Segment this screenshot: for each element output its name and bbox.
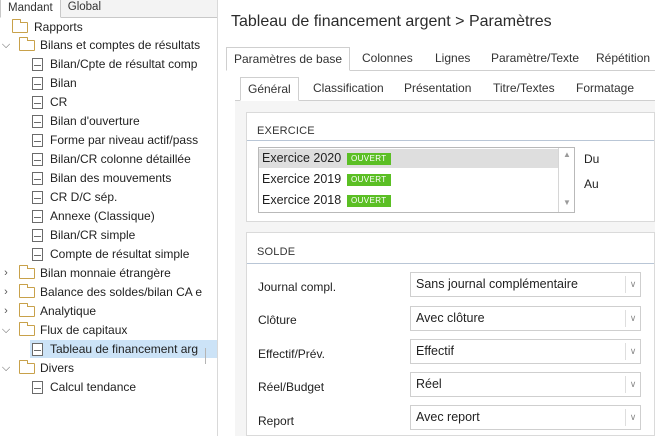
folder-icon: [19, 37, 35, 51]
report-document-icon: [32, 153, 43, 166]
tree-node-selected-report[interactable]: Tableau de financement arg: [30, 340, 217, 358]
folder-icon: [19, 322, 35, 336]
scroll-up-icon[interactable]: ▲: [562, 150, 572, 159]
tab-lignes[interactable]: Lignes: [435, 47, 470, 71]
chevron-down-icon[interactable]: ⌵: [1, 321, 11, 339]
tab-parametre-texte[interactable]: Paramètre/Texte: [491, 47, 579, 71]
report-document-icon: [32, 115, 43, 128]
page-title: Tableau de financement argent > Paramètr…: [231, 13, 552, 30]
report-document-icon: [32, 172, 43, 185]
section-divider: [247, 263, 654, 264]
status-badge: OUVERT: [347, 153, 391, 165]
chevron-down-icon[interactable]: ∨: [625, 409, 640, 426]
tree-node-report[interactable]: Compte de résultat simple: [0, 245, 217, 263]
folder-icon: [12, 19, 28, 33]
field-label: Report: [258, 414, 295, 428]
tree-node-bilans[interactable]: ⌵ Bilans et comptes de résultats: [0, 36, 217, 54]
tab-mandant[interactable]: Mandant: [0, 0, 61, 18]
left-panel: Mandant Global Rapports ⌵ Bilans et comp…: [0, 0, 218, 436]
status-badge: OUVERT: [347, 174, 391, 186]
exercice-list[interactable]: Exercice 2020 OUVERT Exercice 2019 OUVER…: [258, 147, 575, 213]
tab-presentation[interactable]: Présentation: [404, 77, 471, 101]
tree-node-report[interactable]: Calcul tendance: [0, 378, 217, 396]
exercice-row[interactable]: Exercice 2018 OUVERT: [259, 191, 559, 210]
report-document-icon: [32, 96, 43, 109]
tree-node-report[interactable]: Bilan: [0, 74, 217, 92]
chevron-right-icon[interactable]: ›: [1, 264, 11, 282]
tree-node-folder[interactable]: › Bilan monnaie étrangère: [0, 264, 217, 282]
tree-node-folder[interactable]: › Balance des soldes/bilan CA e: [0, 283, 217, 301]
journal-compl-select[interactable]: Sans journal complémentaire ∨: [410, 272, 641, 297]
exercice-row[interactable]: Exercice 2019 OUVERT: [259, 170, 559, 189]
chevron-down-icon[interactable]: ∨: [625, 276, 640, 293]
folder-icon: [19, 284, 35, 298]
tab-general[interactable]: Général: [240, 77, 299, 101]
exercice-header: EXERCICE: [257, 125, 315, 137]
tree-node-report[interactable]: CR: [0, 93, 217, 111]
tab-classification[interactable]: Classification: [313, 77, 384, 101]
report-document-icon: [32, 248, 43, 261]
report-select[interactable]: Avec report ∨: [410, 405, 641, 430]
sub-tab-bar: Général Classification Présentation Titr…: [235, 77, 655, 101]
chevron-down-icon[interactable]: ∨: [625, 343, 640, 360]
tab-global[interactable]: Global: [61, 0, 108, 17]
tree-node-report[interactable]: CR D/C sép.: [0, 188, 217, 206]
chevron-down-icon[interactable]: ∨: [625, 376, 640, 393]
cloture-select[interactable]: Avec clôture ∨: [410, 306, 641, 331]
tree-node-divers[interactable]: ⌵ Divers: [0, 359, 217, 377]
tree-node-report[interactable]: Bilan/CR colonne détaillée: [0, 150, 217, 168]
list-scrollbar[interactable]: ▲ ▼: [558, 148, 574, 212]
scroll-down-icon[interactable]: ▼: [562, 198, 572, 207]
tab-repetition[interactable]: Répétition: [596, 47, 650, 71]
tab-titre-textes[interactable]: Titre/Textes: [493, 77, 555, 101]
folder-icon: [19, 303, 35, 317]
report-document-icon: [32, 343, 43, 356]
folder-icon: [19, 265, 35, 279]
chevron-down-icon[interactable]: ∨: [625, 310, 640, 327]
tree-node-rapports[interactable]: Rapports: [0, 18, 217, 36]
tree-node-report[interactable]: Bilan des mouvements: [0, 169, 217, 187]
report-document-icon: [32, 210, 43, 223]
chevron-right-icon[interactable]: ›: [1, 302, 11, 320]
exercice-row[interactable]: Exercice 2020 OUVERT: [259, 149, 559, 168]
chevron-down-icon[interactable]: ⌵: [1, 359, 11, 377]
field-label: Journal compl.: [258, 280, 337, 294]
field-label: Réel/Budget: [258, 380, 325, 394]
du-label: Du: [584, 152, 600, 166]
report-document-icon: [32, 381, 43, 394]
field-label: Clôture: [258, 313, 297, 327]
tree-node-report[interactable]: Bilan/Cpte de résultat comp: [0, 55, 217, 73]
tab-parametres-de-base[interactable]: Paramètres de base: [226, 47, 351, 71]
tree-node-flux[interactable]: ⌵ Flux de capitaux: [0, 321, 217, 339]
status-badge: OUVERT: [347, 195, 391, 207]
chevron-right-icon[interactable]: ›: [1, 283, 11, 301]
effectif-prev-select[interactable]: Effectif ∨: [410, 339, 641, 364]
solde-header: SOLDE: [257, 246, 296, 258]
report-document-icon: [32, 229, 43, 242]
tree-node-report[interactable]: Bilan/CR simple: [0, 226, 217, 244]
tree-node-report[interactable]: Forme par niveau actif/pass: [0, 131, 217, 149]
tree-node-folder[interactable]: › Analytique: [0, 302, 217, 320]
report-document-icon: [32, 58, 43, 71]
au-label: Au: [584, 177, 599, 191]
report-document-icon: [32, 77, 43, 90]
tree-node-report[interactable]: Annexe (Classique): [0, 207, 217, 225]
folder-icon: [19, 360, 35, 374]
report-document-icon: [32, 191, 43, 204]
chevron-down-icon[interactable]: ⌵: [1, 36, 11, 54]
main-tab-bar: Paramètres de base Colonnes Lignes Param…: [226, 47, 655, 71]
panel-splitter-handle[interactable]: [205, 348, 206, 364]
field-label: Effectif/Prév.: [258, 347, 325, 361]
tree-node-report[interactable]: Bilan d'ouverture: [0, 112, 217, 130]
reel-budget-select[interactable]: Réel ∨: [410, 372, 641, 397]
left-tab-bar: Mandant Global: [0, 0, 217, 18]
tab-colonnes[interactable]: Colonnes: [362, 47, 413, 71]
tab-formatage[interactable]: Formatage: [576, 77, 634, 101]
section-divider: [247, 140, 654, 141]
report-document-icon: [32, 134, 43, 147]
